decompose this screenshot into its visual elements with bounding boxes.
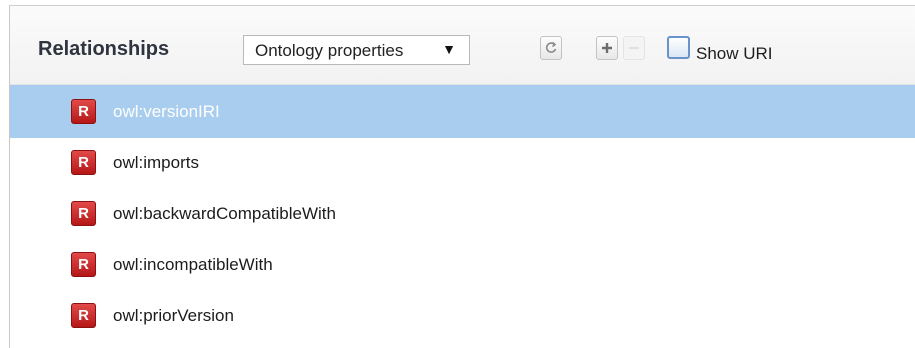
panel-title: Relationships [38,38,170,60]
remove-icon [629,47,639,49]
add-button[interactable] [596,36,618,60]
property-type-dropdown[interactable]: Ontology properties ▼ [243,35,470,65]
list-item[interactable]: R owl:versionIRI [10,85,915,138]
list-item[interactable]: R owl:imports [10,138,915,189]
dropdown-value: Ontology properties [255,41,404,60]
list-item-label: owl:incompatibleWith [113,255,273,274]
remove-button[interactable] [623,36,645,60]
relationship-badge-icon: R [71,252,96,277]
show-uri-checkbox[interactable] [667,36,690,59]
add-icon [602,43,612,53]
panel-header: Relationships Ontology properties ▼ Show… [10,6,915,85]
list-item-label: owl:priorVersion [113,306,234,325]
refresh-icon [545,41,557,53]
list-item[interactable]: R owl:incompatibleWith [10,240,915,291]
list-item-label: owl:backwardCompatibleWith [113,204,336,223]
list-item-label: owl:versionIRI [113,102,220,121]
relationship-badge-icon: R [71,150,96,175]
list-item[interactable]: R owl:backwardCompatibleWith [10,189,915,240]
chevron-down-icon: ▼ [442,41,456,57]
relationship-badge-icon: R [71,99,96,124]
relationship-badge-icon: R [71,201,96,226]
list-item[interactable]: R owl:priorVersion [10,291,915,342]
relationship-badge-icon: R [71,303,96,328]
show-uri-label: Show URI [696,44,773,63]
refresh-button[interactable] [540,36,562,60]
relationship-list: R owl:versionIRI R owl:imports R owl:bac… [10,85,915,342]
list-item-label: owl:imports [113,153,199,172]
relationships-panel: Relationships Ontology properties ▼ Show… [9,5,915,348]
